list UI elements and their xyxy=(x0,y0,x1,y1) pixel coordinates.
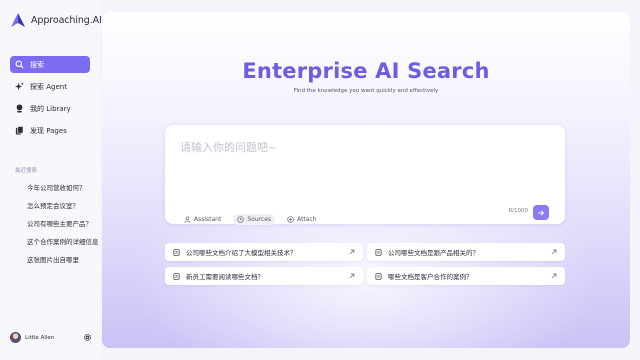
suggestion-text: 公司哪些文档是跟产品相关的？ xyxy=(388,249,479,257)
page-title: Enterprise AI Search xyxy=(242,59,490,83)
nav-item-label: 我的 Library xyxy=(30,104,71,113)
recent-search-item[interactable]: 今年公司营收如何？ xyxy=(27,184,101,202)
recent-searches-list: 今年公司营收如何？ 怎么预定会议室？ 公司有哪些主要产品？ 这个合作案例的详细信… xyxy=(27,184,101,274)
document-icon xyxy=(375,248,382,256)
document-icon xyxy=(173,272,180,280)
suggestion-text: 新员工需要阅读哪些文档？ xyxy=(186,273,264,281)
suggestion-card[interactable]: 新员工需要阅读哪些文档？ xyxy=(165,267,363,285)
gear-icon[interactable] xyxy=(83,333,92,342)
page-subtitle: Find the knowledge you want quickly and … xyxy=(293,88,439,94)
recent-search-item[interactable]: 怎么预定会议室？ xyxy=(27,202,101,220)
recent-searches-title: 最近搜索 xyxy=(15,168,38,174)
search-box: Assistant Sources Attach 0/1000 xyxy=(165,125,565,225)
nav-item-label: 搜索 xyxy=(30,60,44,69)
send-button[interactable] xyxy=(533,205,549,220)
attach-label: Attach xyxy=(297,216,317,223)
clock-icon xyxy=(237,216,244,223)
nav-item-pages[interactable]: 发现 Pages xyxy=(10,122,90,139)
suggestion-card[interactable]: 哪些文档是客户合作的案例？ xyxy=(367,267,565,285)
attach-option[interactable]: Attach xyxy=(283,214,320,225)
assistant-option[interactable]: Assistant xyxy=(180,214,225,225)
document-icon xyxy=(375,272,382,280)
suggestion-text: 公司哪些文档介绍了大模型相关技术？ xyxy=(186,249,297,257)
user-name: Little Allen xyxy=(25,334,55,341)
avatar xyxy=(10,332,21,343)
arrow-up-right-icon xyxy=(349,273,355,279)
document-icon xyxy=(173,248,180,256)
recent-search-item[interactable]: 这张图片出自哪里 xyxy=(27,256,101,274)
suggestion-text: 哪些文档是客户合作的案例？ xyxy=(388,273,473,281)
suggestion-card[interactable]: 公司哪些文档是跟产品相关的？ xyxy=(367,243,565,261)
library-icon xyxy=(15,104,24,113)
person-icon xyxy=(184,216,191,223)
search-input[interactable] xyxy=(180,141,540,154)
arrow-up-right-icon xyxy=(551,249,557,255)
sparkle-icon xyxy=(15,82,24,91)
nav-item-library[interactable]: 我的 Library xyxy=(10,100,90,117)
sources-option[interactable]: Sources xyxy=(233,214,276,225)
nav-item-label: 发现 Pages xyxy=(30,126,67,135)
brand-logo-icon xyxy=(11,13,25,27)
sources-label: Sources xyxy=(247,216,272,223)
plus-circle-icon xyxy=(287,216,294,223)
arrow-right-icon xyxy=(538,209,545,216)
arrow-up-right-icon xyxy=(349,249,355,255)
brand-name: Approaching.AI xyxy=(31,14,102,26)
search-options: Assistant Sources Attach xyxy=(180,214,321,225)
nav-item-label: 探索 Agent xyxy=(30,82,67,91)
brand[interactable]: Approaching.AI xyxy=(10,12,102,28)
arrow-up-right-icon xyxy=(551,273,557,279)
suggestion-card[interactable]: 公司哪些文档介绍了大模型相关技术？ xyxy=(165,243,363,261)
user-profile[interactable]: Little Allen xyxy=(10,332,92,343)
sidebar: Approaching.AI 搜索 探索 Agent 我的 Library 发现… xyxy=(0,0,102,360)
nav-item-search[interactable]: 搜索 xyxy=(10,56,90,73)
search-icon xyxy=(15,60,24,69)
recent-search-item[interactable]: 公司有哪些主要产品？ xyxy=(27,220,101,238)
recent-search-item[interactable]: 这个合作案例的详细信息 xyxy=(27,238,101,256)
main-panel: Enterprise AI Search Find the knowledge … xyxy=(102,12,630,348)
nav-item-agent[interactable]: 探索 Agent xyxy=(10,78,90,95)
pages-icon xyxy=(15,126,24,135)
assistant-label: Assistant xyxy=(194,216,222,223)
char-counter: 0/1000 xyxy=(508,208,528,214)
